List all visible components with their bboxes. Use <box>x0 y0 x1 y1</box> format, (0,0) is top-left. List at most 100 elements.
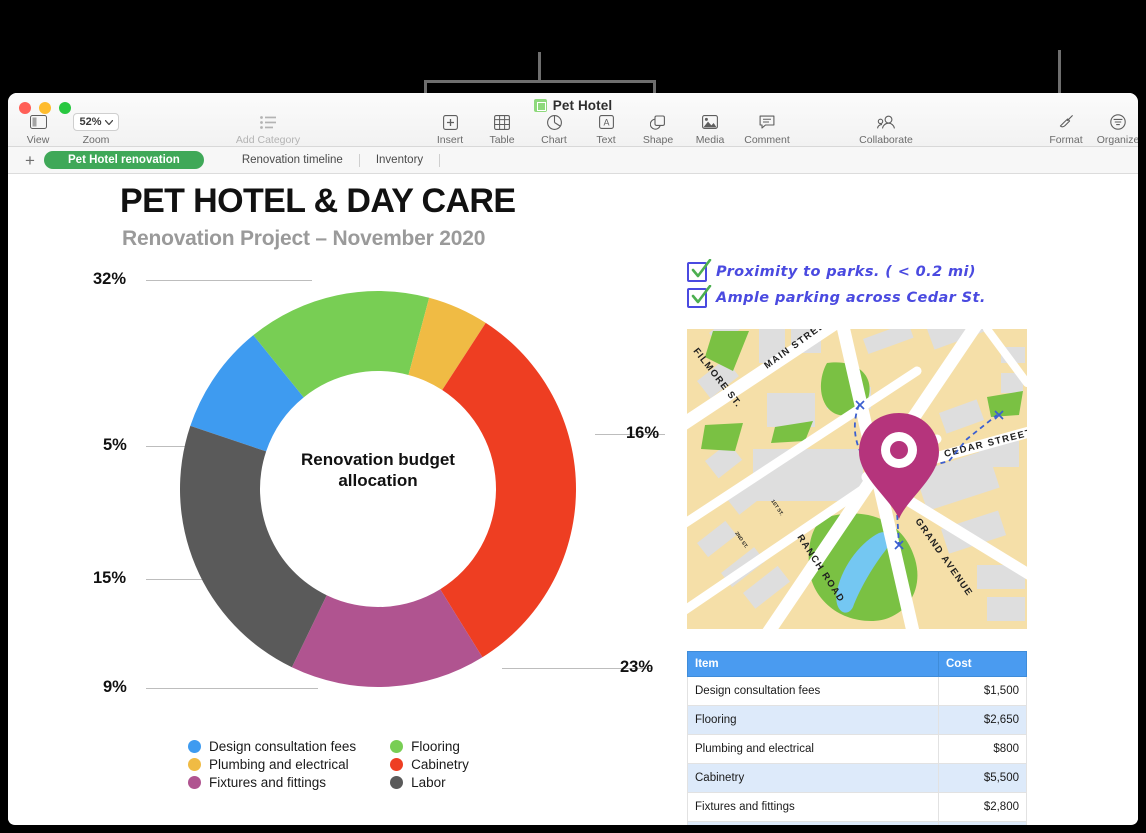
shape-button[interactable]: Shape <box>632 113 684 146</box>
zoom-control[interactable]: 52% Zoom <box>64 113 128 146</box>
legend-swatch <box>390 758 404 771</box>
cell-cost[interactable]: $2,650 <box>938 705 1027 735</box>
chart-button[interactable]: Chart <box>528 113 580 146</box>
list-icon <box>260 113 276 131</box>
checklist-row-proximity[interactable]: Proximity to parks. ( < 0.2 mi) <box>687 259 1027 282</box>
text-button[interactable]: A Text <box>580 113 632 146</box>
location-map-image[interactable]: FILMORE ST. MAIN STREET CEDAR STREET RAN… <box>687 329 1027 629</box>
organize-icon <box>1110 113 1126 131</box>
pct-label-32: 32% <box>93 270 127 288</box>
chart-legend: Design consultation fees Plumbing and el… <box>188 739 469 790</box>
organize-button[interactable]: Organize <box>1092 113 1138 146</box>
organize-label: Organize <box>1096 134 1138 146</box>
insert-button[interactable]: Insert <box>424 113 476 146</box>
view-button[interactable]: View <box>12 113 64 146</box>
checklist-row-parking[interactable]: Ample parking across Cedar St. <box>687 285 1027 308</box>
legend-column-right: Flooring Cabinetry Labor <box>390 739 469 790</box>
cell-item[interactable]: Cabinetry <box>687 763 939 793</box>
table-row[interactable]: Flooring $2,650 <box>687 705 1027 735</box>
column-header-item[interactable]: Item <box>687 651 939 677</box>
table-button[interactable]: Table <box>476 113 528 146</box>
sheet-tab-pet-hotel-renovation[interactable]: Pet Hotel renovation <box>44 151 204 169</box>
cell-cost[interactable]: $2,800 <box>938 792 1027 822</box>
table-row[interactable]: Cabinetry $5,500 <box>687 763 1027 793</box>
zoom-pill[interactable]: 52% <box>73 113 119 131</box>
table-row[interactable]: Plumbing and electrical $800 <box>687 734 1027 764</box>
shape-label: Shape <box>642 134 674 146</box>
table-row[interactable]: Labor $4,000 <box>687 821 1027 825</box>
comment-button[interactable]: Comment <box>736 113 798 146</box>
sheet-canvas[interactable]: PET HOTEL & DAY CARE Renovation Project … <box>8 174 1138 825</box>
legend-item-design-consultation-fees: Design consultation fees <box>188 739 356 754</box>
sheet-tab-inventory[interactable]: Inventory <box>360 151 439 169</box>
collaborate-button[interactable]: Collaborate <box>848 113 924 146</box>
legend-item-labor: Labor <box>390 775 469 790</box>
legend-label: Design consultation fees <box>209 739 357 754</box>
legend-swatch <box>188 758 201 771</box>
legend-item-plumbing-and-electrical: Plumbing and electrical <box>188 757 356 772</box>
comment-icon <box>759 113 775 131</box>
page-title[interactable]: PET HOTEL & DAY CARE <box>120 182 516 221</box>
legend-label: Fixtures and fittings <box>209 775 327 790</box>
cell-item[interactable]: Labor <box>687 821 939 825</box>
sheet-tab-bar: + Pet Hotel renovation Renovation timeli… <box>8 147 1138 174</box>
checkbox-checked-icon[interactable] <box>687 285 712 308</box>
collaborate-icon <box>877 113 895 131</box>
sheet-tab-renovation-timeline[interactable]: Renovation timeline <box>226 151 359 169</box>
legend-swatch <box>188 740 201 753</box>
table-icon <box>494 113 510 131</box>
tab-divider <box>439 153 441 167</box>
checkbox-checked-icon[interactable] <box>687 259 712 282</box>
pct-label-15: 15% <box>93 569 127 587</box>
page-subtitle[interactable]: Renovation Project – November 2020 <box>122 227 485 251</box>
chart-label: Chart <box>541 134 567 146</box>
cell-item[interactable]: Design consultation fees <box>687 676 939 706</box>
map-svg: FILMORE ST. MAIN STREET CEDAR STREET RAN… <box>687 329 1027 629</box>
chart-icon <box>546 113 562 131</box>
zoom-label: Zoom <box>82 134 110 146</box>
cell-item[interactable]: Plumbing and electrical <box>687 734 939 764</box>
toolbar-collaborate-group: Collaborate <box>848 113 924 146</box>
cell-item[interactable]: Fixtures and fittings <box>687 792 939 822</box>
checklist-label-parking: Ample parking across Cedar St. <box>716 290 986 306</box>
document-title-group: Pet Hotel <box>8 98 1138 113</box>
donut-center-line-1: Renovation budget <box>301 450 455 469</box>
pct-label-9: 9% <box>103 678 127 696</box>
toolbar-right-group: Format Organize <box>1040 113 1138 146</box>
table-row[interactable]: Design consultation fees $1,500 <box>687 676 1027 706</box>
legend-item-flooring: Flooring <box>390 739 469 754</box>
numbers-window: Pet Hotel View 52% Zoom Add Category Ins… <box>8 93 1138 825</box>
legend-item-cabinetry: Cabinetry <box>390 757 469 772</box>
format-button[interactable]: Format <box>1040 113 1092 146</box>
cell-cost[interactable]: $1,500 <box>938 676 1027 706</box>
table-label: Table <box>489 134 515 146</box>
cell-cost[interactable]: $5,500 <box>938 763 1027 793</box>
comment-label: Comment <box>744 134 790 146</box>
cell-item[interactable]: Flooring <box>687 705 939 735</box>
paintbrush-icon <box>1058 113 1074 131</box>
add-sheet-button[interactable]: + <box>16 152 44 169</box>
cost-table[interactable]: Item Cost Design consultation fees $1,50… <box>687 651 1027 825</box>
legend-item-fixtures-and-fittings: Fixtures and fittings <box>188 775 356 790</box>
document-title[interactable]: Pet Hotel <box>553 98 612 113</box>
legend-swatch <box>390 740 404 753</box>
table-row[interactable]: Fixtures and fittings $2,800 <box>687 792 1027 822</box>
text-icon: A <box>598 113 614 131</box>
legend-label: Cabinetry <box>411 757 469 772</box>
toolbar-insert-group: Insert Table Chart A Text Shape Media Co… <box>424 113 798 146</box>
media-button[interactable]: Media <box>684 113 736 146</box>
pct-label-16: 16% <box>626 424 660 442</box>
column-header-cost[interactable]: Cost <box>938 651 1027 677</box>
add-category-button[interactable]: Add Category <box>208 113 328 146</box>
cell-cost[interactable]: $800 <box>938 734 1027 764</box>
sidebar-icon <box>29 113 47 131</box>
callout-bracket-stem <box>538 52 541 82</box>
toolbar-category-group: Add Category <box>208 113 328 146</box>
leader-line-32 <box>146 280 312 281</box>
budget-donut-chart[interactable]: 32% 5% 15% 9% 16% 23% Renovation budget … <box>68 254 688 824</box>
cell-cost[interactable]: $4,000 <box>938 821 1027 825</box>
pct-label-5: 5% <box>103 436 127 454</box>
collaborate-label: Collaborate <box>859 134 913 146</box>
add-category-label: Add Category <box>235 134 301 146</box>
legend-label: Flooring <box>411 739 460 754</box>
